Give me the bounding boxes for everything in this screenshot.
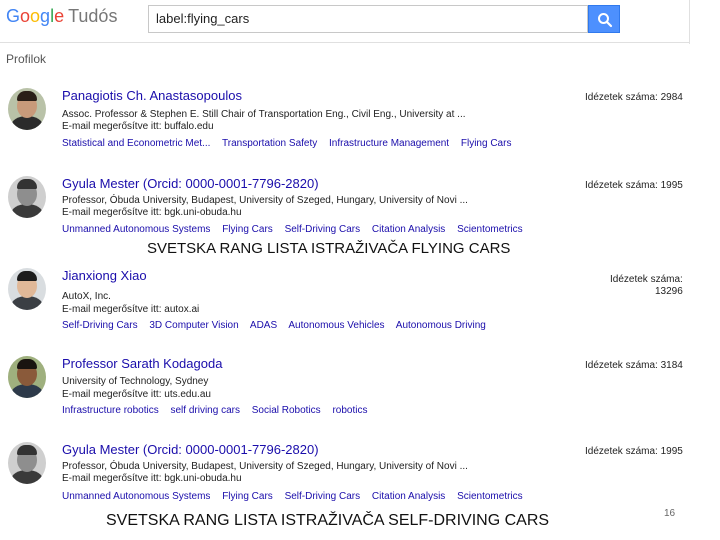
avatar[interactable] — [8, 176, 46, 218]
interest-tag[interactable]: Scientometrics — [457, 224, 523, 235]
interest-tag[interactable]: Flying Cars — [461, 138, 512, 149]
search-icon — [598, 13, 613, 28]
logo-letter: o — [20, 6, 31, 26]
profile-citations-label: Idézetek száma: — [610, 274, 683, 285]
interest-tag[interactable]: Transportation Safety — [222, 138, 317, 149]
profile-email: E-mail megerősítve itt: buffalo.edu — [62, 121, 214, 132]
profile-card: Panagiotis Ch. Anastasopoulos Assoc. Pro… — [0, 88, 690, 168]
section-label-profiles: Profilok — [6, 52, 47, 66]
avatar[interactable] — [8, 356, 46, 398]
profile-citations-value: 13296 — [655, 286, 683, 297]
interest-tag[interactable]: Scientometrics — [457, 491, 523, 502]
profile-affiliation: Assoc. Professor & Stephen E. Still Chai… — [62, 109, 466, 120]
profile-name[interactable]: Gyula Mester (Orcid: 0000-0001-7796-2820… — [62, 176, 319, 191]
avatar[interactable] — [8, 268, 46, 310]
profile-affiliation: University of Technology, Sydney — [62, 376, 209, 387]
profile-name[interactable]: Panagiotis Ch. Anastasopoulos — [62, 88, 242, 103]
header-divider — [0, 42, 690, 43]
search-button[interactable] — [588, 5, 620, 33]
interest-tag[interactable]: Unmanned Autonomous Systems — [62, 491, 210, 502]
logo-suffix: Tudós — [68, 6, 118, 26]
header-right-border — [689, 0, 690, 44]
interest-tag[interactable]: Flying Cars — [222, 491, 273, 502]
avatar[interactable] — [8, 442, 46, 484]
interest-tag[interactable]: Infrastructure Management — [329, 138, 449, 149]
profile-email: E-mail megerősítve itt: bgk.uni-obuda.hu — [62, 473, 242, 484]
interest-tag[interactable]: Autonomous Driving — [396, 320, 486, 331]
caption-flying-cars: SVETSKA RANG LISTA ISTRAŽIVAČA FLYING CA… — [147, 240, 511, 257]
interest-tag[interactable]: ADAS — [250, 320, 277, 331]
profile-card: Professor Sarath Kodagoda University of … — [0, 356, 690, 436]
profile-affiliation: AutoX, Inc. — [62, 291, 111, 302]
profile-name[interactable]: Professor Sarath Kodagoda — [62, 356, 222, 371]
profile-email: E-mail megerősítve itt: uts.edu.au — [62, 389, 211, 400]
interest-tag[interactable]: Self-Driving Cars — [285, 491, 361, 502]
logo-letter: e — [54, 6, 65, 26]
logo-letter: g — [40, 6, 51, 26]
profile-tags: Infrastructure robotics self driving car… — [62, 405, 376, 416]
profile-affiliation: Professor, Óbuda University, Budapest, U… — [62, 195, 468, 206]
page-number: 16 — [664, 508, 676, 519]
interest-tag[interactable]: Infrastructure robotics — [62, 405, 159, 416]
logo-letter: o — [30, 6, 41, 26]
profile-citations: Idézetek száma: 2984 — [585, 92, 683, 103]
profile-affiliation: Professor, Óbuda University, Budapest, U… — [62, 461, 468, 472]
interest-tag[interactable]: Social Robotics — [252, 405, 321, 416]
profile-tags: Unmanned Autonomous Systems Flying Cars … — [62, 224, 532, 235]
profile-email: E-mail megerősítve itt: autox.ai — [62, 304, 200, 315]
profile-name[interactable]: Gyula Mester (Orcid: 0000-0001-7796-2820… — [62, 442, 319, 457]
profile-tags: Statistical and Econometric Met... Trans… — [62, 138, 520, 149]
interest-tag[interactable]: Unmanned Autonomous Systems — [62, 224, 210, 235]
profile-card: Jianxiong Xiao AutoX, Inc. E-mail megerő… — [0, 268, 690, 348]
interest-tag[interactable]: robotics — [332, 405, 367, 416]
interest-tag[interactable]: self driving cars — [171, 405, 240, 416]
interest-tag[interactable]: Autonomous Vehicles — [288, 320, 384, 331]
interest-tag[interactable]: Self-Driving Cars — [285, 224, 361, 235]
interest-tag[interactable]: Citation Analysis — [372, 491, 445, 502]
profile-card: Gyula Mester (Orcid: 0000-0001-7796-2820… — [0, 442, 690, 522]
interest-tag[interactable]: Self-Driving Cars — [62, 320, 138, 331]
avatar[interactable] — [8, 88, 46, 130]
interest-tag[interactable]: Flying Cars — [222, 224, 273, 235]
profile-tags: Unmanned Autonomous Systems Flying Cars … — [62, 491, 532, 502]
profile-tags: Self-Driving Cars 3D Computer Vision ADA… — [62, 320, 495, 331]
interest-tag[interactable]: Citation Analysis — [372, 224, 445, 235]
profile-citations: Idézetek száma: 3184 — [585, 360, 683, 371]
logo-letter: G — [6, 6, 21, 26]
profile-email: E-mail megerősítve itt: bgk.uni-obuda.hu — [62, 207, 242, 218]
interest-tag[interactable]: Statistical and Econometric Met... — [62, 138, 210, 149]
caption-self-driving-cars: SVETSKA RANG LISTA ISTRAŽIVAČA SELF-DRIV… — [106, 512, 550, 529]
profile-citations: Idézetek száma: 1995 — [585, 446, 683, 457]
profile-citations: Idézetek száma: 1995 — [585, 180, 683, 191]
search-input[interactable]: label:flying_cars — [148, 5, 588, 33]
interest-tag[interactable]: 3D Computer Vision — [149, 320, 238, 331]
profile-name[interactable]: Jianxiong Xiao — [62, 268, 147, 283]
google-scholar-logo[interactable]: Google Tudós — [6, 6, 117, 27]
